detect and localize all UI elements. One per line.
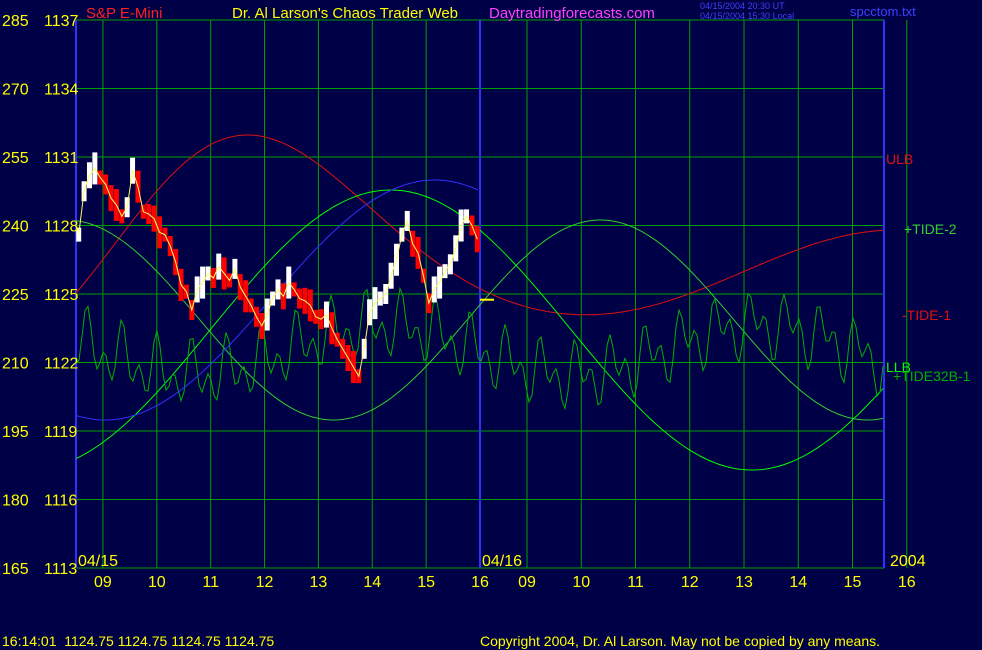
x-tick-label: 11 <box>627 574 644 591</box>
x-tick-label: 12 <box>256 574 274 591</box>
chart-title: Dr. Al Larson's Chaos Trader Web <box>232 5 458 22</box>
x-tick-label: 09 <box>518 574 536 591</box>
date-label-start: 04/15 <box>78 553 118 570</box>
x-tick-label: 15 <box>844 574 862 591</box>
y-tick-inner: 1125 <box>44 287 79 304</box>
legend-label: +TIDE32B-1 <box>893 368 971 384</box>
chart-root: S&P E-Mini Dr. Al Larson's Chaos Trader … <box>0 0 982 650</box>
x-tick-label: 13 <box>735 574 753 591</box>
legend-label: -TIDE-1 <box>902 307 951 323</box>
date-label-mid: 04/16 <box>482 553 522 570</box>
timestamp-utc: 04/15/2004 20:30 UT <box>700 1 785 11</box>
y-tick-inner: 1122 <box>44 356 79 373</box>
x-tick-label: 15 <box>417 574 435 591</box>
y-tick-inner: 1131 <box>44 150 79 167</box>
x-tick-label: 11 <box>202 574 219 591</box>
legend-label: ULB <box>886 151 913 167</box>
y-tick-inner: 1128 <box>44 219 79 236</box>
x-tick-label: 12 <box>681 574 699 591</box>
x-tick-label: 09 <box>94 574 112 591</box>
timestamp-local: 04/15/2004 15:30 Local <box>700 11 794 21</box>
x-tick-label: 10 <box>148 574 166 591</box>
y-tick-outer: 225 <box>2 287 29 304</box>
y-tick-outer: 210 <box>2 356 29 373</box>
y-tick-inner: 1137 <box>44 13 79 30</box>
y-tick-outer: 165 <box>2 561 29 578</box>
copyright-notice: Copyright 2004, Dr. Al Larson. May not b… <box>480 633 880 649</box>
chart-svg: S&P E-Mini Dr. Al Larson's Chaos Trader … <box>2 1 971 649</box>
y-tick-inner: 1119 <box>44 424 77 441</box>
y-tick-outer: 195 <box>2 424 29 441</box>
y-tick-inner: 1113 <box>44 561 77 578</box>
x-tick-label: 10 <box>572 574 590 591</box>
price-readout: 16:14:01 1124.75 1124.75 1124.75 1124.75 <box>2 633 274 649</box>
y-tick-outer: 285 <box>2 13 29 30</box>
date-label-year: 2004 <box>890 553 926 570</box>
chart-symbol: S&P E-Mini <box>86 5 162 22</box>
x-tick-label: 13 <box>310 574 328 591</box>
legend-label: +TIDE-2 <box>904 221 957 237</box>
y-tick-outer: 240 <box>2 219 29 236</box>
price-layer <box>76 152 494 384</box>
x-tick-label: 16 <box>898 574 916 591</box>
axis-labels: 285 1137 270 1134 255 1131 240 1128 225 1125 210 11… <box>2 13 916 591</box>
y-tick-outer: 270 <box>2 82 29 99</box>
data-file-name: spcctom.txt <box>850 4 916 19</box>
y-tick-outer: 180 <box>2 493 29 510</box>
y-tick-inner: 1116 <box>44 493 77 510</box>
site-link[interactable]: Daytradingforecasts.com <box>489 5 655 22</box>
x-tick-label: 14 <box>363 574 381 591</box>
y-tick-inner: 1134 <box>44 82 79 99</box>
y-tick-outer: 255 <box>2 150 29 167</box>
legend-layer: ULB+TIDE-2-TIDE-1LLB+TIDE32B-1 <box>886 151 971 384</box>
x-tick-label: 16 <box>471 574 489 591</box>
x-tick-label: 14 <box>789 574 807 591</box>
